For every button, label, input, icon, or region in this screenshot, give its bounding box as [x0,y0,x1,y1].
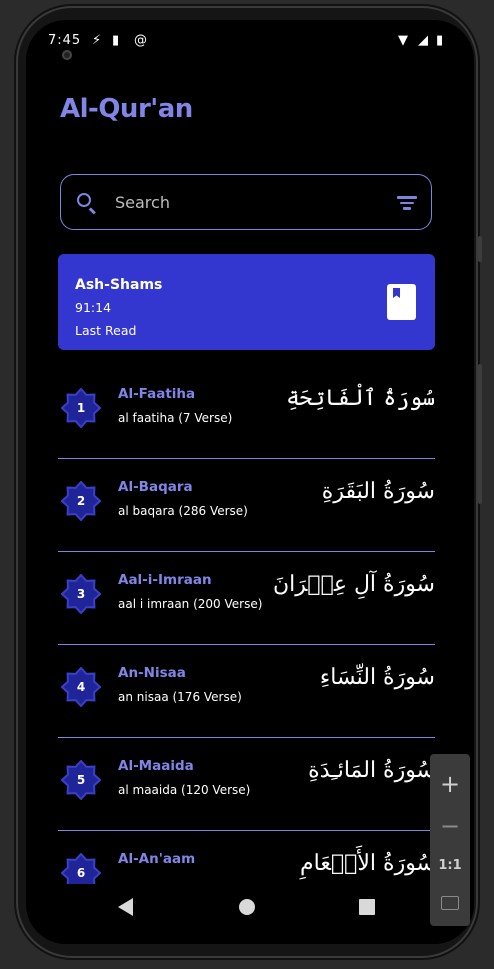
power-button [478,236,482,262]
surah-arabic-name: سُورَةُ المَائـِدَةِ [308,758,435,783]
search-bar[interactable]: Search [60,174,432,230]
surah-row[interactable]: 5 Al-Maaida al maaida (120 Verse) سُورَة… [58,738,435,831]
front-camera [62,50,72,60]
surah-row[interactable]: 3 Aal-i-Imraan aal i imraan (200 Verse) … [58,552,435,645]
sd-card-icon: ▮ [112,33,120,48]
surah-number: 2 [76,494,86,508]
volume-button [478,364,482,504]
last-read-reference: 91:14 [75,300,112,315]
surah-name: Al-An'aam [118,851,196,867]
surah-arabic-name: سُورَةُ البَقَرَةِ [321,479,435,504]
status-time: 7:45 [48,33,82,48]
system-nav-bar [26,884,474,944]
emulator-zoom-controls: + − 1:1 [430,754,470,926]
surah-subtitle: al faatiha (7 Verse) [118,411,233,425]
fit-screen-icon[interactable] [441,896,459,910]
surah-name: Al-Faatiha [118,386,196,402]
filter-icon[interactable] [397,196,417,210]
surah-list: 1 Al-Faatiha al faatiha (7 Verse) سُورَة… [58,366,435,923]
surah-arabic-name: سُورَةُ النِّسَاءِ [319,665,435,690]
surah-row[interactable]: 4 An-Nisaa an nisaa (176 Verse) سُورَةُ … [58,645,435,738]
last-read-surah: Ash-Shams [75,277,163,293]
book-bookmark-icon [387,284,416,320]
search-icon [77,193,91,207]
at-sign-icon: @ [134,33,147,48]
wifi-icon: ▼ [398,33,408,48]
surah-name: Al-Maaida [118,758,194,774]
surah-subtitle: al baqara (286 Verse) [118,504,248,518]
surah-number: 3 [76,587,86,601]
sync-icon: ⚡ [92,33,102,48]
surah-arabic-name: سُورَةُ ٱلْفَاتِحَةِ [286,386,435,411]
surah-number-badge: 5 [60,759,102,801]
surah-row[interactable]: 2 Al-Baqara al baqara (286 Verse) سُورَة… [58,459,435,552]
actual-size-button[interactable]: 1:1 [430,858,470,873]
zoom-in-button[interactable]: + [430,772,470,796]
surah-arabic-name: سُورَةُ الأَنۡعَامِ [300,851,435,876]
home-icon[interactable] [239,899,255,915]
surah-number-badge: 3 [60,573,102,615]
zoom-out-button[interactable]: − [430,814,470,838]
surah-arabic-name: سُورَةُ آلِ عِمۡرَانَ [273,572,435,597]
surah-subtitle: al maaida (120 Verse) [118,783,251,797]
last-read-label: Last Read [75,323,137,338]
status-bar: 7:45 ⚡ ▮ @ ▼ ◢ ▮ [26,20,474,64]
last-read-card[interactable]: Ash-Shams 91:14 Last Read [58,254,435,350]
app-title: Al-Qur'an [60,94,193,124]
device-screen: 7:45 ⚡ ▮ @ ▼ ◢ ▮ Al-Qur'an Search Ash-Sh… [26,20,474,944]
surah-name: Aal-i-Imraan [118,572,212,588]
surah-name: An-Nisaa [118,665,186,681]
surah-number: 1 [76,401,86,415]
back-icon[interactable] [118,898,133,916]
battery-icon: ▮ [436,33,444,48]
surah-number: 4 [76,680,86,694]
surah-number-badge: 1 [60,387,102,429]
surah-number-badge: 2 [60,480,102,522]
search-input[interactable]: Search [115,193,170,212]
surah-subtitle: aal i imraan (200 Verse) [118,597,263,611]
surah-row[interactable]: 1 Al-Faatiha al faatiha (7 Verse) سُورَة… [58,366,435,459]
recents-icon[interactable] [359,899,375,915]
surah-name: Al-Baqara [118,479,193,495]
surah-number-badge: 4 [60,666,102,708]
surah-number: 5 [76,773,86,787]
surah-subtitle: an nisaa (176 Verse) [118,690,242,704]
signal-icon: ◢ [418,33,428,48]
